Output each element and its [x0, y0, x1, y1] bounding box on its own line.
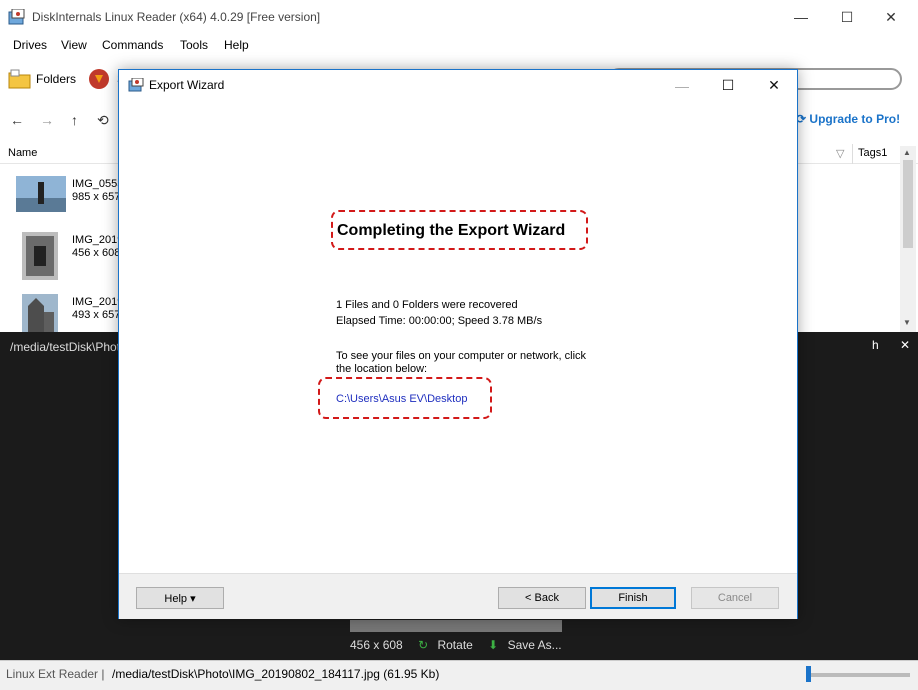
scroll-up-icon[interactable]: ▲	[903, 148, 911, 157]
main-titlebar: DiskInternals Linux Reader (x64) 4.0.29 …	[0, 0, 918, 34]
column-tags[interactable]: Tags1	[858, 147, 887, 159]
thumbnail-image	[22, 294, 58, 332]
dialog-maximize-button[interactable]: ☐	[705, 70, 751, 101]
zoom-slider-track[interactable]	[806, 673, 910, 677]
dialog-close-button[interactable]: ✕	[751, 70, 797, 101]
thumbnail-image	[22, 232, 58, 280]
file-dimensions: 985 x 657	[72, 191, 121, 203]
recover-icon	[89, 69, 109, 89]
menu-tools[interactable]: Tools	[180, 38, 208, 52]
status-file-path: /media/testDisk\Photo\IMG_20190802_18411…	[112, 667, 440, 681]
preview-close-button[interactable]: ✕	[900, 338, 910, 352]
scrollbar-thumb[interactable]	[903, 160, 913, 248]
finish-button[interactable]: Finish	[590, 587, 676, 609]
elapsed-time: Elapsed Time: 00:00:00; Speed 3.78 MB/s	[336, 315, 543, 327]
preview-controls: 456 x 608 ↻ Rotate ⬇ Save As...	[350, 638, 562, 652]
save-as-icon: ⬇	[488, 638, 499, 652]
preview-image	[350, 620, 562, 632]
preview-pin-button[interactable]: h	[872, 338, 879, 352]
maximize-button[interactable]: ☐	[824, 0, 870, 34]
menu-drives[interactable]: Drives	[13, 38, 47, 52]
menu-help[interactable]: Help	[224, 38, 249, 52]
menu-view[interactable]: View	[61, 38, 87, 52]
back-arrow-icon[interactable]: ←	[10, 112, 24, 128]
dialog-titlebar: Export Wizard — ☐ ✕	[119, 70, 797, 101]
status-reader-name: Linux Ext Reader |	[6, 667, 105, 681]
file-dimensions: 493 x 657	[72, 309, 121, 321]
cancel-button[interactable]: Cancel	[691, 587, 779, 609]
file-name: IMG_2019	[72, 234, 124, 246]
instruction-line-2: the location below:	[336, 363, 428, 375]
main-window-title: DiskInternals Linux Reader (x64) 4.0.29 …	[32, 10, 321, 24]
filter-icon[interactable]: ▽	[836, 147, 844, 160]
help-button[interactable]: Help ▾	[136, 587, 224, 609]
app-icon	[8, 9, 25, 25]
close-button[interactable]: ✕	[868, 0, 914, 34]
menu-commands[interactable]: Commands	[102, 38, 163, 52]
back-button[interactable]: < Back	[498, 587, 586, 609]
export-wizard-dialog: Export Wizard — ☐ ✕ Completing the Expor…	[118, 69, 798, 619]
dialog-minimize-button[interactable]: —	[659, 70, 705, 101]
rotate-icon: ↻	[418, 638, 429, 652]
column-divider[interactable]	[852, 144, 853, 164]
zoom-slider-thumb[interactable]	[806, 666, 811, 682]
minimize-button[interactable]: —	[778, 0, 824, 34]
image-dimensions: 456 x 608	[350, 638, 403, 652]
recovered-summary: 1 Files and 0 Folders were recovered	[336, 299, 518, 311]
forward-arrow-icon[interactable]: →	[40, 112, 54, 128]
file-name: IMG_2019	[72, 296, 124, 308]
file-name: IMG_0553	[72, 178, 124, 190]
up-arrow-icon[interactable]: ↑	[71, 112, 78, 128]
column-name[interactable]: Name	[8, 147, 37, 159]
rotate-button[interactable]: Rotate	[437, 638, 472, 652]
file-list-scrollbar[interactable]: ▲ ▼	[900, 146, 916, 332]
history-icon[interactable]: ⟲	[97, 112, 109, 129]
folders-button[interactable]: Folders	[8, 66, 76, 92]
save-as-button[interactable]: Save As...	[508, 638, 562, 652]
file-dimensions: 456 x 608	[72, 247, 121, 259]
folders-icon	[8, 69, 31, 89]
preview-path: /media/testDisk\Photo	[10, 340, 127, 354]
upgrade-label: Upgrade to Pro!	[809, 112, 901, 126]
menu-bar: Drives View Commands Tools Help	[0, 36, 918, 56]
wizard-heading: Completing the Export Wizard	[337, 222, 566, 239]
thumbnail-image	[16, 176, 66, 212]
scroll-down-icon[interactable]: ▼	[903, 318, 911, 327]
output-location-link[interactable]: C:\Users\Asus EV\Desktop	[336, 393, 467, 405]
status-bar: Linux Ext Reader | /media/testDisk\Photo…	[0, 660, 918, 690]
folders-label: Folders	[36, 72, 77, 86]
dialog-app-icon	[128, 78, 144, 92]
dialog-footer: Help ▾ < Back Finish Cancel	[119, 573, 797, 619]
instruction-line-1: To see your files on your computer or ne…	[336, 350, 587, 362]
upgrade-link[interactable]: ⟳ Upgrade to Pro!	[796, 112, 900, 126]
dialog-title: Export Wizard	[149, 78, 225, 92]
